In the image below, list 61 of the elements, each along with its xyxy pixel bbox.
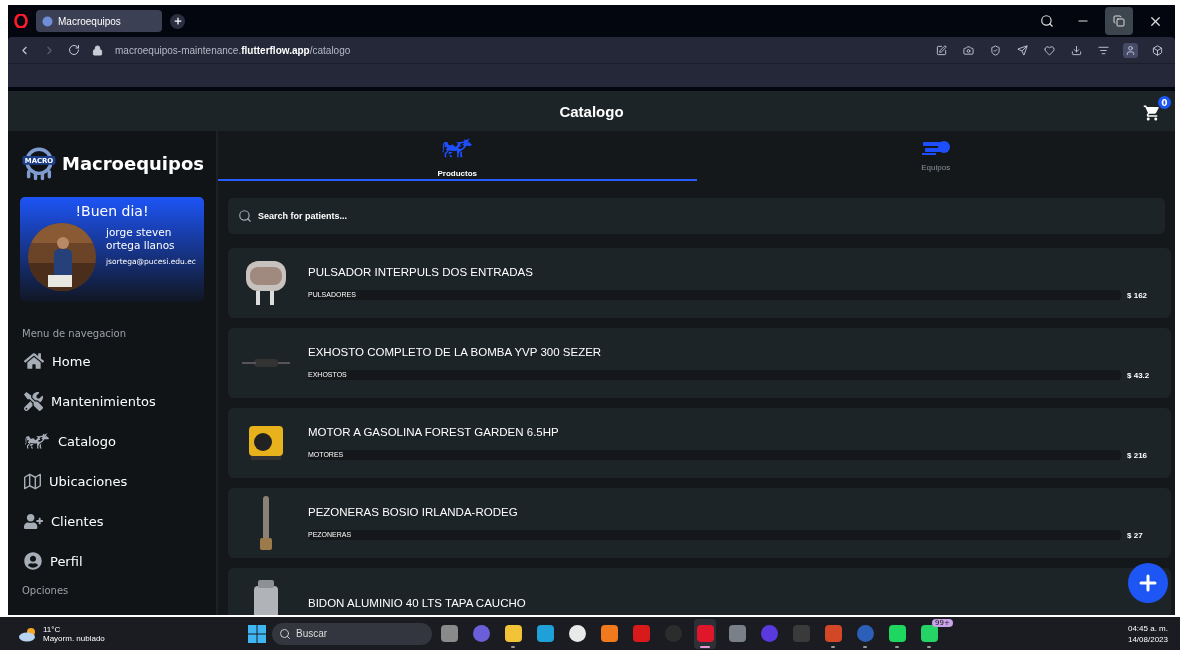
home-icon [24,351,44,371]
map-icon [24,472,41,490]
browser-tab[interactable]: Macroequipos [36,10,162,32]
product-name: EXHOSTO COMPLETO DE LA BOMBA YVP 300 SEZER [308,346,603,358]
nav-item[interactable]: Catalogo [20,421,204,461]
add-user-icon [24,511,43,531]
browser-logo-icon[interactable] [14,14,28,28]
clock-time: 04:45 a. m. [1127,623,1168,633]
lock-icon [92,44,103,56]
plus-icon [172,16,183,26]
brand-name: Macroequipos [62,152,204,174]
tab[interactable]: Productos [218,131,697,181]
search-icon [279,627,291,640]
section-title: Opciones [22,585,70,596]
product-price: $ 43.2 [1127,370,1151,380]
restore-icon [1113,15,1125,27]
product-price: $ 27 [1127,530,1144,540]
clock-date: 14/08/2023 [1127,634,1168,644]
taskbar-app[interactable] [694,618,716,649]
nav-item[interactable]: Perfil [20,541,204,581]
machine-icon [920,138,951,158]
nav-item[interactable]: Clientes [20,501,204,541]
product-card[interactable]: BIDON ALUMINIO 40 LTS TAPA CAUCHO [228,568,1171,615]
weather-icon[interactable] [18,625,38,642]
address-field[interactable]: macroequipos-maintenance.flutterflow.app/catalogo [115,44,351,56]
user-icon [24,552,42,570]
taskbar-search[interactable]: Buscar [272,622,432,645]
search-icon [238,209,252,223]
page-title: Catalogo [559,102,624,120]
product-name: MOTOR A GASOLINA FOREST GARDEN 6.5HP [308,426,560,438]
reload-icon[interactable] [68,44,80,56]
nav-item[interactable]: Ubicaciones [20,461,204,501]
edit-icon[interactable] [934,42,949,58]
product-name: PULSADOR INTERPULS DOS ENTRADAS [308,266,534,278]
user-name: jorge steven ortega llanos [106,226,176,253]
product-price: $ 216 [1127,450,1149,460]
tab[interactable]: Equipos [696,131,1175,181]
site-icon [42,15,53,27]
new-tab-button[interactable] [170,13,185,29]
section-title: Menu de navegacion [22,328,128,339]
send-icon[interactable] [1015,42,1030,58]
shield-icon[interactable] [988,42,1003,58]
cart-icon[interactable] [1143,104,1161,122]
cart-count: 0 [1158,96,1171,109]
weather-text: Mayorm. nublado [43,633,105,643]
product-price: $ 162 [1127,290,1149,300]
product-name: BIDON ALUMINIO 40 LTS TAPA CAUCHO [308,597,527,609]
tab-title: Macroequipos [58,15,121,27]
restore-button[interactable] [1105,7,1133,35]
temperature: 11°C [43,624,62,634]
user-icon[interactable] [1123,42,1138,58]
nav-item[interactable]: Mantenimientos [20,381,204,421]
product-name: PEZONERAS BOSIO IRLANDA-RODEG [308,506,519,518]
start-icon[interactable] [248,624,266,643]
add-button[interactable] [1128,563,1168,603]
search-field[interactable]: Search for patients... [228,198,1165,234]
search-icon [1040,14,1054,28]
greeting: !Buen dia! [75,203,149,219]
cube-icon[interactable] [1150,42,1165,58]
nav-item[interactable]: Home [20,341,204,381]
tools-icon [24,391,43,411]
